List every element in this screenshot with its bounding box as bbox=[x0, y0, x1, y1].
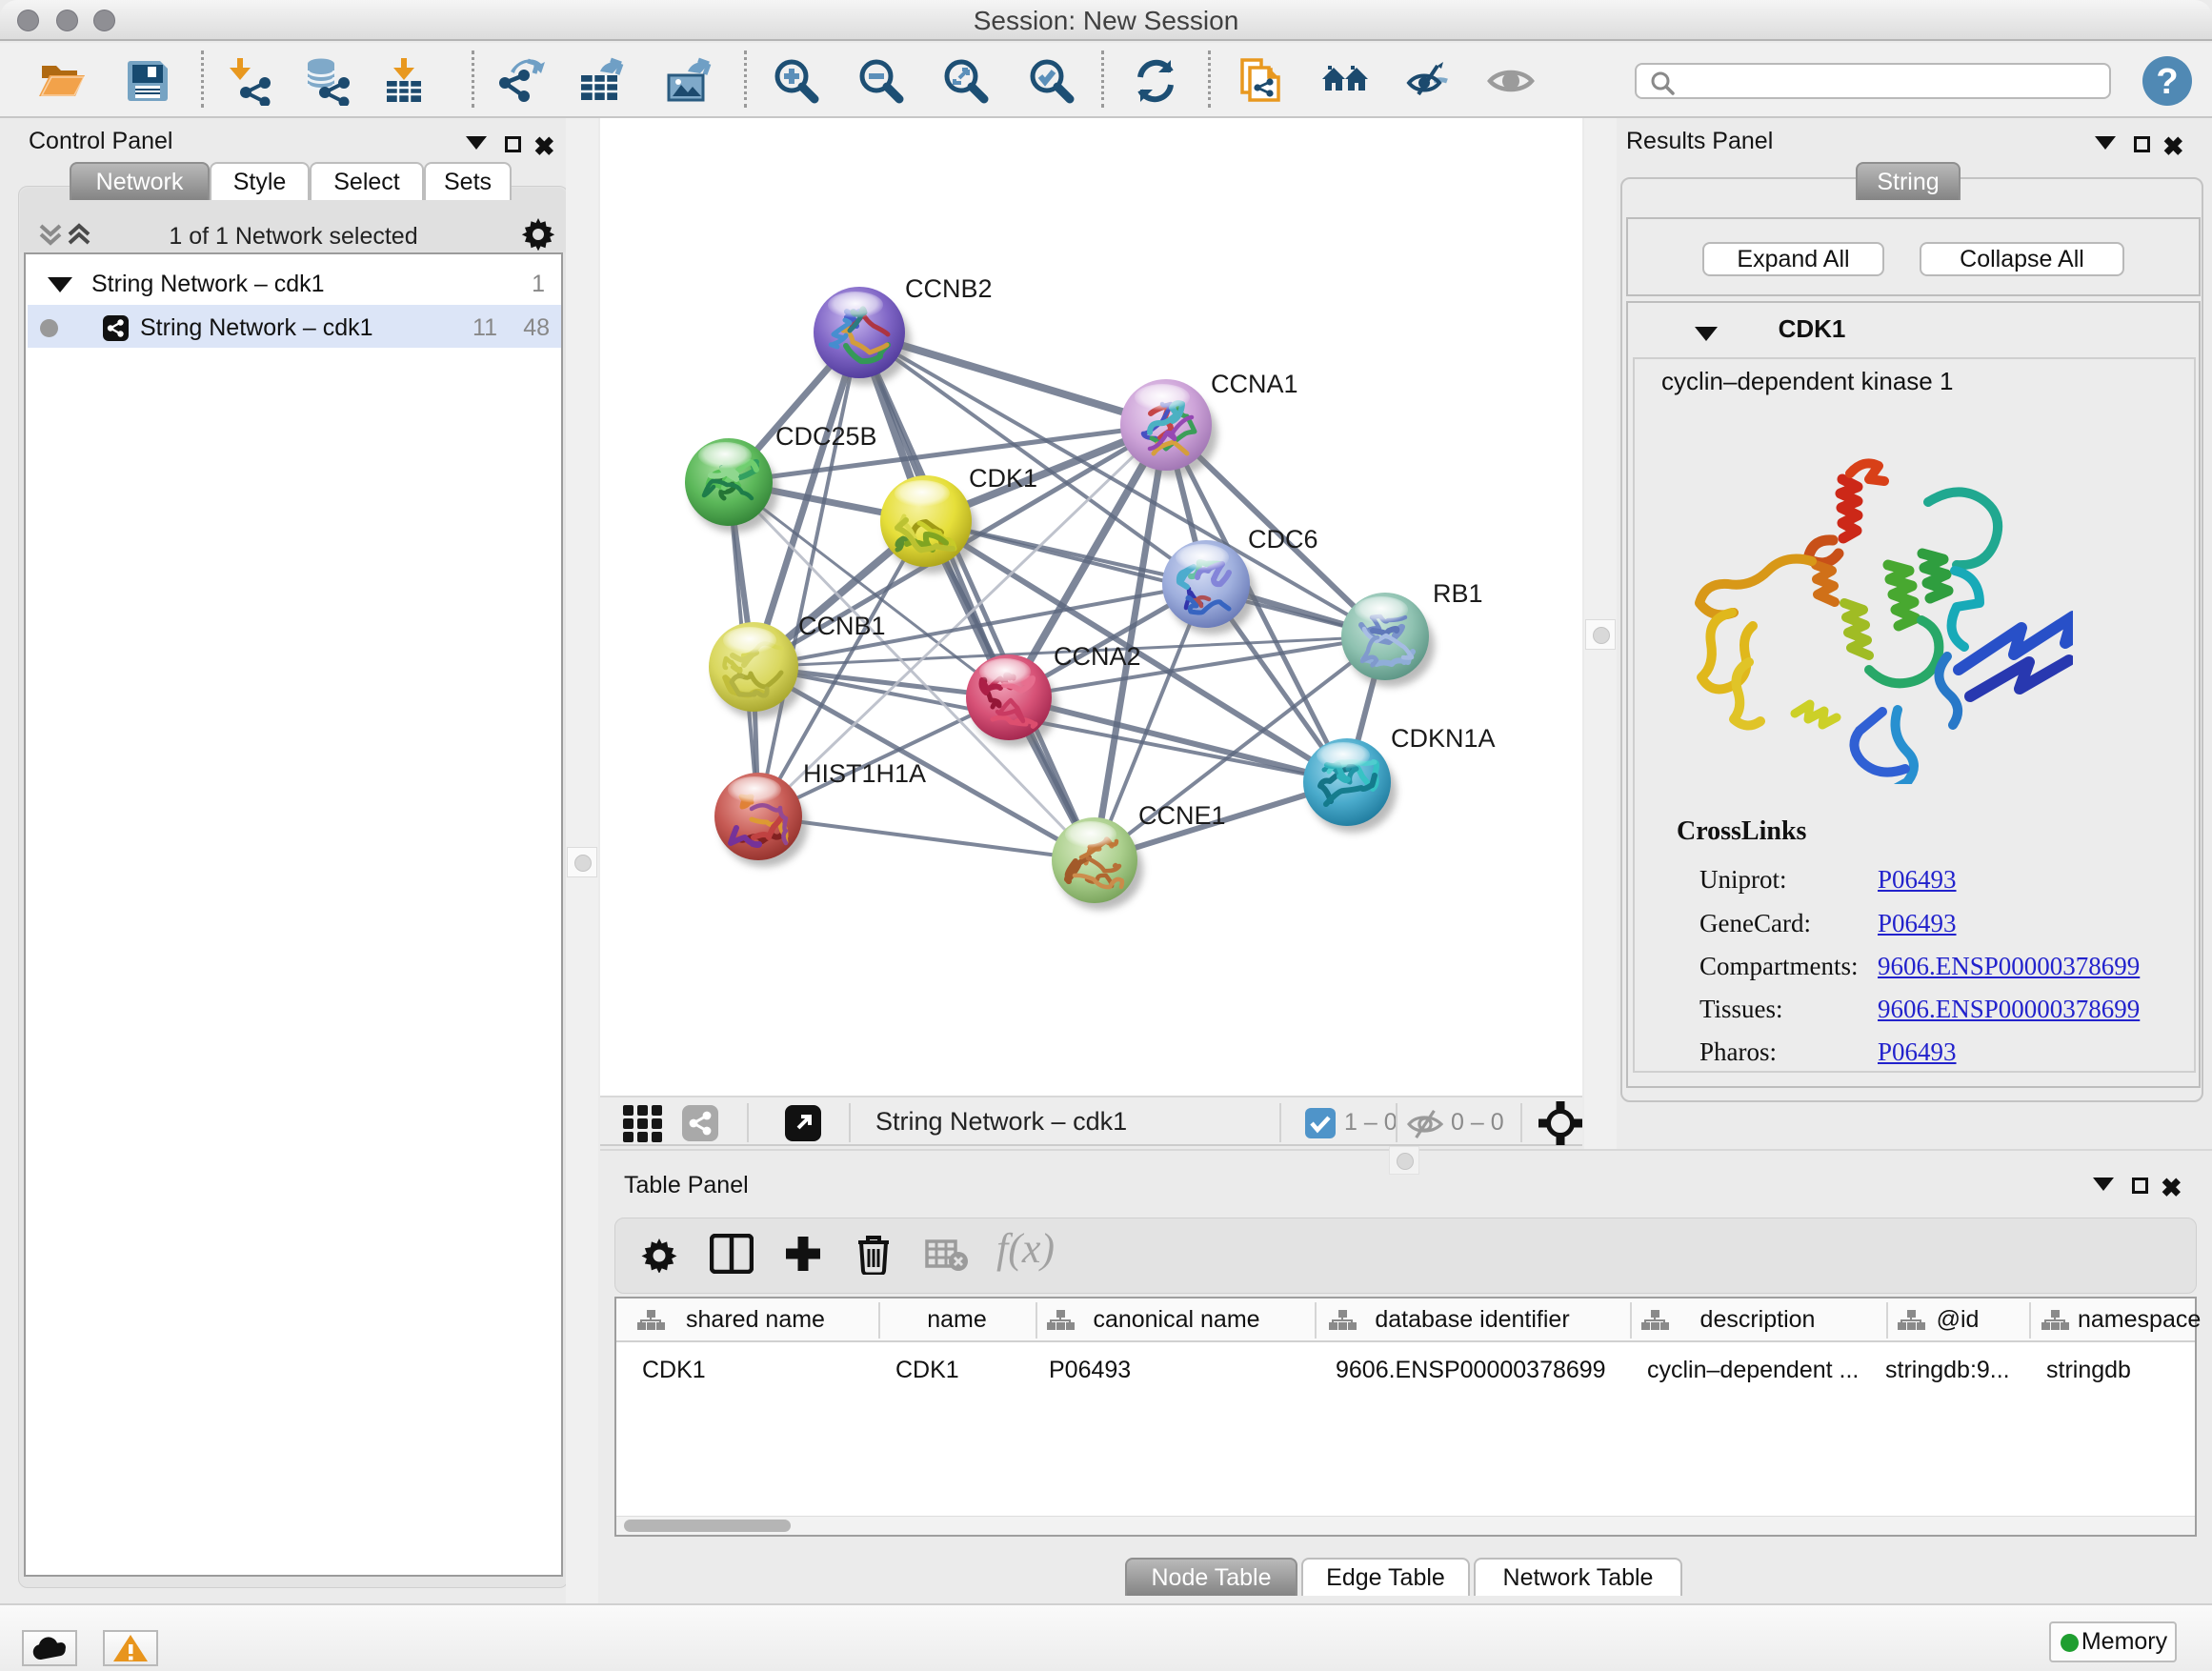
svg-text:CCNA2: CCNA2 bbox=[1054, 642, 1141, 671]
svg-text:CDC6: CDC6 bbox=[1248, 525, 1318, 554]
svg-text:CCNE1: CCNE1 bbox=[1138, 801, 1226, 830]
svg-text:CCNB2: CCNB2 bbox=[905, 274, 993, 303]
svg-text:HIST1H1A: HIST1H1A bbox=[803, 759, 926, 788]
svg-text:RB1: RB1 bbox=[1433, 579, 1483, 608]
svg-text:CCNA1: CCNA1 bbox=[1211, 370, 1298, 398]
svg-text:CDK1: CDK1 bbox=[969, 464, 1037, 493]
svg-text:?: ? bbox=[2156, 62, 2178, 102]
svg-text:CCNB1: CCNB1 bbox=[798, 612, 886, 640]
svg-text:CDKN1A: CDKN1A bbox=[1391, 724, 1496, 753]
svg-text:CDC25B: CDC25B bbox=[775, 422, 877, 451]
